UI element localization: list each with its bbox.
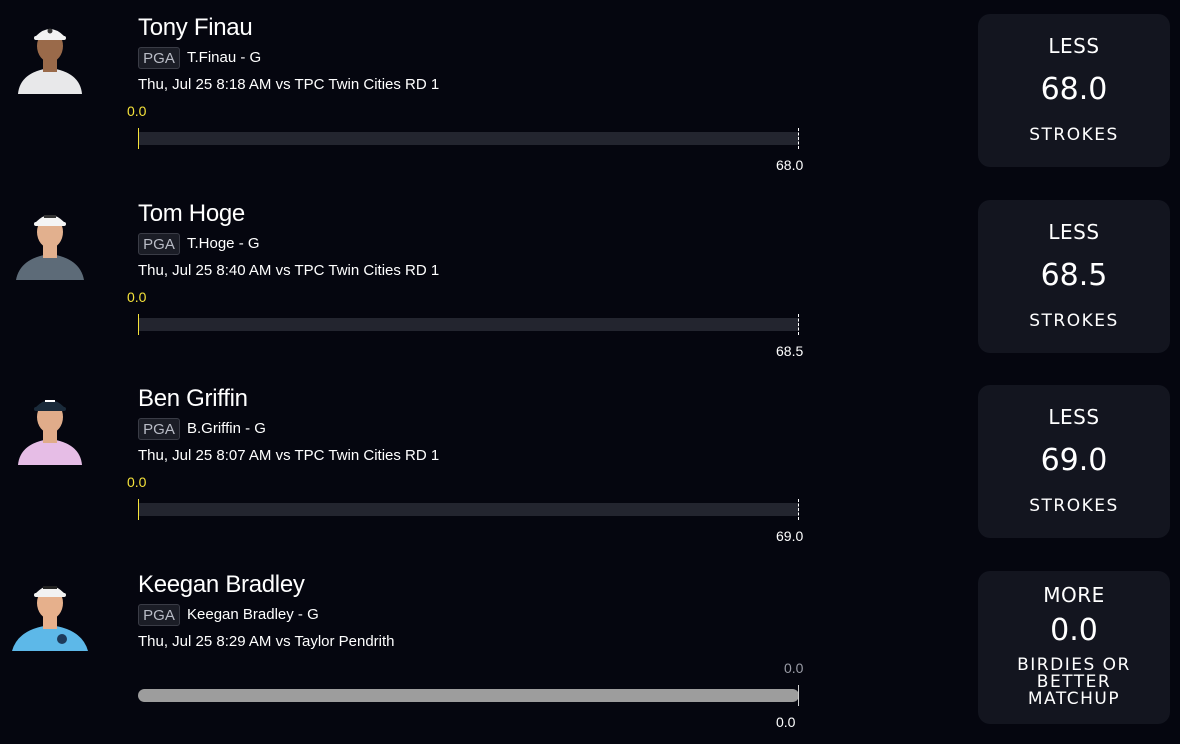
pick-card[interactable]: LESS 68.5 STROKES [978, 200, 1170, 353]
line-marker [798, 499, 799, 520]
current-value: 0.0 [127, 474, 147, 490]
player-short-name: T.Finau - G [187, 49, 262, 66]
pick-card[interactable]: LESS 68.0 STROKES [978, 14, 1170, 167]
line-value: 68.5 [776, 343, 804, 359]
progress-track [138, 318, 799, 331]
entry-details-page: Tony Finau PGA T.Finau - G Thu, Jul 25 8… [0, 0, 1180, 744]
line-value: 0.0 [776, 714, 796, 730]
current-value: 0.0 [784, 660, 804, 676]
player-short-name: B.Griffin - G [187, 420, 266, 437]
line-marker [798, 685, 799, 706]
current-value: 0.0 [127, 103, 147, 119]
player-short-name: Keegan Bradley - G [187, 606, 319, 623]
pick-stat: STROKES [1029, 496, 1119, 516]
pick-stat: STROKES [1029, 125, 1119, 145]
progress-start-marker [138, 499, 139, 520]
player-row-keegan-bradley: Keegan Bradley PGA Keegan Bradley - G Th… [0, 557, 1180, 743]
pick-value: 0.0 [1050, 613, 1098, 648]
line-marker [798, 128, 799, 149]
player-name: Tom Hoge [138, 200, 245, 227]
player-avatar [10, 200, 90, 280]
player-row-tom-hoge: Tom Hoge PGA T.Hoge - G Thu, Jul 25 8:40… [0, 186, 1180, 372]
player-name: Ben Griffin [138, 385, 248, 412]
pick-direction: LESS [1048, 34, 1100, 58]
progress-start-marker [138, 128, 139, 149]
progress-track [138, 132, 799, 145]
player-avatar [10, 14, 90, 94]
pick-card[interactable]: LESS 69.0 STROKES [978, 385, 1170, 538]
game-info: Thu, Jul 25 8:07 AM vs TPC Twin Cities R… [138, 447, 440, 464]
line-value: 69.0 [776, 528, 804, 544]
pick-value: 68.0 [1040, 72, 1108, 107]
player-name: Keegan Bradley [138, 571, 305, 598]
player-avatar [10, 571, 90, 651]
player-row-ben-griffin: Ben Griffin PGA B.Griffin - G Thu, Jul 2… [0, 371, 1180, 557]
pick-direction: MORE [1043, 583, 1105, 607]
player-row-tony-finau: Tony Finau PGA T.Finau - G Thu, Jul 25 8… [0, 0, 1180, 186]
player-short-name: T.Hoge - G [187, 235, 260, 252]
league-badge: PGA [138, 418, 180, 440]
progress-track [138, 503, 799, 516]
league-badge: PGA [138, 47, 180, 69]
pick-value: 69.0 [1040, 443, 1108, 478]
game-info: Thu, Jul 25 8:29 AM vs Taylor Pendrith [138, 633, 395, 650]
pick-direction: LESS [1048, 220, 1100, 244]
league-badge: PGA [138, 604, 180, 626]
league-badge: PGA [138, 233, 180, 255]
player-name: Tony Finau [138, 14, 253, 41]
progress-track [138, 689, 799, 702]
line-value: 68.0 [776, 157, 804, 173]
current-value: 0.0 [127, 289, 147, 305]
game-info: Thu, Jul 25 8:40 AM vs TPC Twin Cities R… [138, 262, 440, 279]
pick-value: 68.5 [1040, 258, 1108, 293]
pick-stat: STROKES [1029, 311, 1119, 331]
line-marker [798, 314, 799, 335]
progress-start-marker [138, 314, 139, 335]
pick-card[interactable]: MORE 0.0 BIRDIES OR BETTER MATCHUP [978, 571, 1170, 724]
pick-stat: BIRDIES OR BETTER MATCHUP [1017, 655, 1131, 709]
player-avatar [10, 385, 90, 465]
game-info: Thu, Jul 25 8:18 AM vs TPC Twin Cities R… [138, 76, 440, 93]
pick-direction: LESS [1048, 405, 1100, 429]
